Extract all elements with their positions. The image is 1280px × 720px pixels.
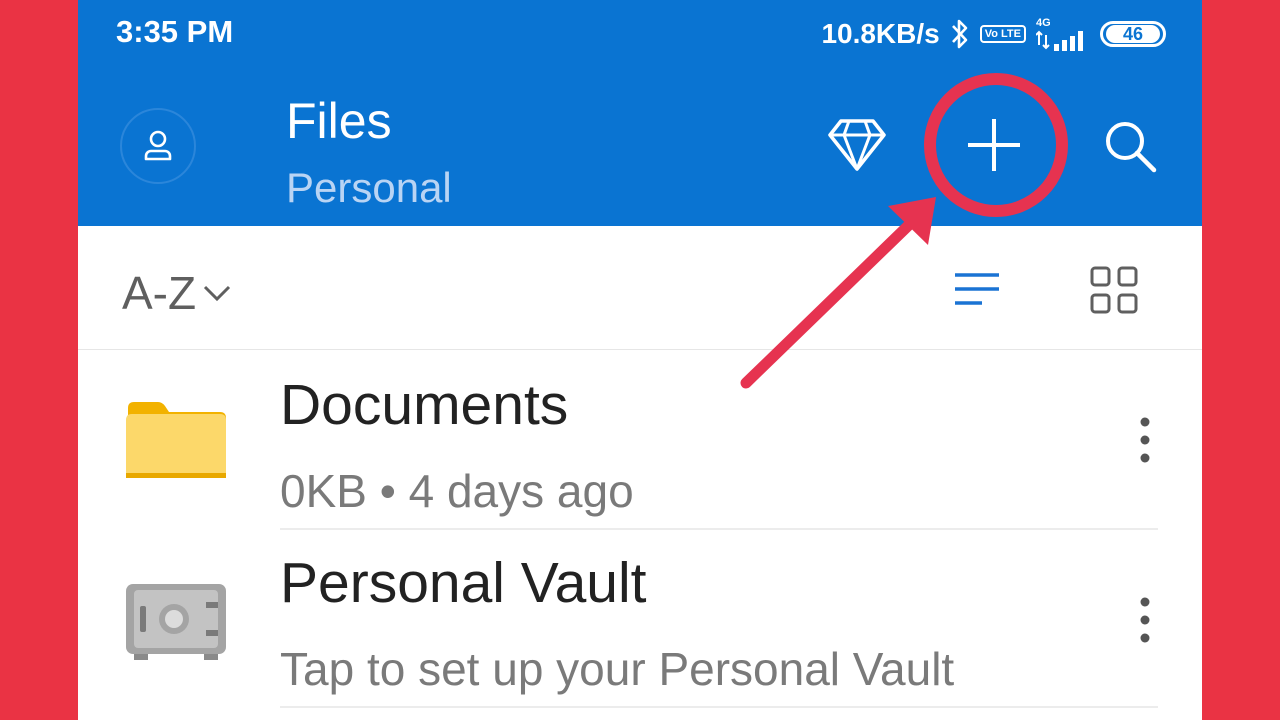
phone-screen: 3:35 PM 10.8KB/s Vo LTE 4G 46 Files Pers… (78, 0, 1202, 720)
add-icon (968, 119, 1020, 171)
status-time: 3:35 PM (116, 14, 234, 49)
bluetooth-icon (951, 19, 968, 49)
sort-dropdown[interactable]: A-Z (122, 266, 232, 320)
volte-icon: Vo LTE (979, 25, 1026, 43)
status-icons: 10.8KB/s Vo LTE 4G 46 (821, 12, 1166, 56)
battery-icon: 46 (1100, 21, 1166, 47)
premium-button[interactable] (824, 112, 890, 178)
grid-view-button[interactable] (1086, 262, 1142, 318)
network-speed: 10.8KB/s (821, 18, 940, 49)
premium-diamond-icon (828, 119, 886, 171)
sort-label: A-Z (122, 267, 197, 319)
sort-view-toolbar: A-Z (78, 226, 1202, 350)
item-name: Documents (280, 373, 569, 437)
folder-icon (126, 402, 226, 478)
page-subtitle: Personal (286, 164, 452, 211)
item-meta: 0KB • 4 days ago (280, 465, 634, 517)
list-view-button[interactable] (948, 264, 1006, 314)
grid-view-icon (1090, 266, 1138, 314)
more-options-button[interactable] (1130, 590, 1160, 650)
vault-icon (126, 584, 226, 660)
more-vertical-icon (1140, 417, 1150, 463)
list-item-personal-vault[interactable]: Personal Vault Tap to set up your Person… (78, 530, 1202, 708)
list-item-documents[interactable]: Documents 0KB • 4 days ago (78, 352, 1202, 530)
signal-icon: 4G (1036, 16, 1090, 51)
divider (280, 706, 1158, 708)
app-bar: 3:35 PM 10.8KB/s Vo LTE 4G 46 Files Pers… (78, 0, 1202, 226)
item-meta: Tap to set up your Personal Vault (280, 643, 955, 695)
item-name: Personal Vault (280, 551, 647, 615)
signal-type: 4G (1036, 16, 1051, 29)
chevron-down-icon (204, 285, 231, 302)
signal-bars (1036, 30, 1083, 51)
profile-avatar-button[interactable] (120, 108, 196, 184)
page-title: Files (286, 93, 392, 149)
more-options-button[interactable] (1130, 410, 1160, 470)
search-icon (1106, 122, 1157, 173)
add-button[interactable] (955, 106, 1033, 184)
battery-level: 46 (1106, 25, 1160, 43)
search-button[interactable] (1100, 116, 1160, 176)
list-view-icon (955, 273, 999, 305)
more-vertical-icon (1140, 597, 1150, 643)
person-icon (144, 130, 172, 161)
